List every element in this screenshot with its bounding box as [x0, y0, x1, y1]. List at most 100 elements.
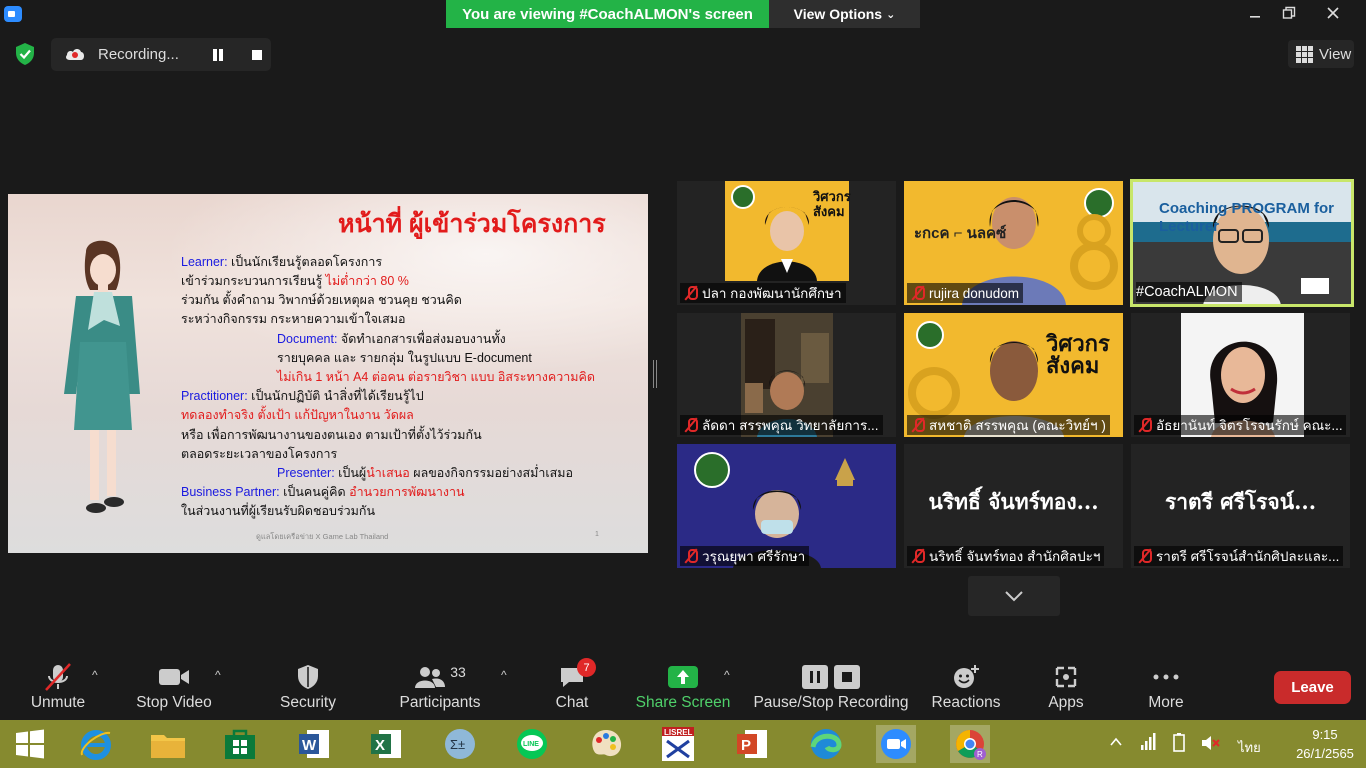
- participant-name-label: นริทธิ์ จันทร์ทอง สำนักศิลปะฯ: [929, 549, 1101, 564]
- zoom-app-icon[interactable]: [876, 725, 916, 763]
- video-tile[interactable]: อัธยานันท์ จิตรโรจนรักษ์ คณะ...: [1131, 313, 1350, 437]
- windows-taskbar: W X Σ± LINE LISREL P R: [0, 720, 1366, 768]
- word-icon[interactable]: W: [294, 725, 334, 763]
- slide-line: Learner: เป็นนักเรียนรู้ตลอดโครงการ: [181, 255, 383, 269]
- pause-stop-recording-label: Pause/Stop Recording: [753, 694, 909, 711]
- internet-explorer-icon[interactable]: [76, 725, 116, 763]
- panel-splitter-handle[interactable]: [653, 360, 657, 388]
- more-button[interactable]: More: [1140, 660, 1192, 712]
- participants-button[interactable]: 33 Participants: [396, 660, 484, 712]
- stop-video-button[interactable]: Stop Video: [134, 660, 214, 712]
- slide-line: Presenter: เป็นผู้นำเสนอ ผลของกิจกรรมอย่…: [277, 466, 573, 480]
- share-screen-button[interactable]: Share Screen: [634, 660, 732, 712]
- leave-meeting-button[interactable]: Leave: [1274, 671, 1351, 704]
- video-tile[interactable]: วิศวกร สังคม ปลา กองพัฒนานักศึกษา: [677, 181, 896, 305]
- share-options-caret-icon[interactable]: ^: [724, 668, 734, 682]
- participant-name: #CoachALMON: [1136, 282, 1242, 302]
- pause-recording-icon[interactable]: [211, 48, 225, 62]
- slide-footer: ดูแลโดยเครือข่าย X Game Lab Thailand: [256, 532, 389, 541]
- minimize-window-button[interactable]: [1240, 2, 1270, 24]
- svg-text:P: P: [741, 737, 751, 754]
- slide-line: เข้าร่วมกระบวนการเรียนรู้ ไม่ต่ำกว่า 80 …: [181, 274, 409, 288]
- edge-icon[interactable]: [806, 725, 846, 763]
- mic-muted-icon: [1134, 547, 1156, 565]
- powerpoint-icon[interactable]: P: [732, 725, 772, 763]
- video-options-caret-icon[interactable]: ^: [215, 668, 225, 682]
- close-window-button[interactable]: [1318, 2, 1348, 24]
- participant-name: สหชาติ สรรพคุณ (คณะวิทย์ฯ ): [907, 415, 1110, 435]
- slide-line: Business Partner: เป็นคนคู่คิด อำนวยการพ…: [181, 485, 465, 499]
- recording-indicator: Recording...: [51, 38, 271, 71]
- view-options-button[interactable]: View Options ⌄: [769, 0, 920, 28]
- shared-screen-slide: หน้าที่ ผู้เข้าร่วมโครงการ Learner: เป็น…: [8, 194, 648, 553]
- lisrel-icon[interactable]: LISREL: [658, 725, 698, 763]
- file-explorer-icon[interactable]: [148, 725, 188, 763]
- more-label: More: [1148, 694, 1184, 711]
- participants-options-caret-icon[interactable]: ^: [501, 668, 511, 682]
- grid-view-icon: [1296, 45, 1313, 63]
- slide-page-number: 1: [595, 531, 599, 538]
- security-button[interactable]: Security: [276, 660, 340, 712]
- slide-line: ในส่วนงานที่ผู้เรียนรับผิดชอบร่วมกัน: [181, 504, 376, 518]
- unmute-button[interactable]: Unmute: [28, 660, 88, 712]
- video-tile-active-speaker[interactable]: Coaching PROGRAM for Lecturer #CoachALMO…: [1130, 179, 1354, 307]
- apps-icon: [1055, 666, 1077, 688]
- zoom-logo-icon: [4, 6, 22, 22]
- chevron-down-icon: [1005, 591, 1023, 602]
- video-tile[interactable]: ะกcค ⌐ นลคซ์ rujira donudom: [904, 181, 1123, 305]
- encryption-shield-icon[interactable]: [14, 42, 36, 66]
- poster-text: ะกcค ⌐ นลคซ์: [914, 225, 1007, 242]
- calculator-icon[interactable]: Σ±: [440, 725, 480, 763]
- folder-glyph: [151, 735, 185, 758]
- store-icon[interactable]: [220, 725, 260, 763]
- line-app-icon[interactable]: LINE: [512, 725, 552, 763]
- mic-muted-icon: [45, 663, 71, 691]
- next-page-button[interactable]: [968, 576, 1060, 616]
- video-tile[interactable]: นริทธิ์ จันทร์ทอง... นริทธิ์ จันทร์ทอง ส…: [904, 444, 1123, 568]
- participant-name-label: #CoachALMON: [1136, 284, 1238, 300]
- viewing-screen-banner: You are viewing #CoachALMON's screen: [446, 0, 769, 28]
- input-language-indicator[interactable]: ไทย: [1238, 737, 1261, 758]
- paint-icon[interactable]: [586, 725, 626, 763]
- video-tile[interactable]: วิศวกร สังคม สหชาติ สรรพคุณ (คณะวิทย์ฯ ): [904, 313, 1123, 437]
- video-tile[interactable]: ลัดดา สรรพคุณ วิทยาลัยการ...: [677, 313, 896, 437]
- woman-illustration: [64, 240, 140, 513]
- svg-text:X: X: [375, 737, 385, 754]
- stop-video-label: Stop Video: [136, 694, 212, 711]
- battery-icon[interactable]: [1170, 733, 1188, 753]
- video-camera-icon: [159, 669, 189, 685]
- windows-logo-icon: [16, 729, 44, 759]
- chevron-down-icon: ⌄: [886, 8, 896, 21]
- participant-name-placeholder: นริทธิ์ จันทร์ทอง...: [928, 489, 1099, 514]
- slide-line: หรือ เพื่อการพัฒนางานของตนเอง ตามเป้าที่…: [181, 428, 482, 442]
- gallery-view-button[interactable]: View: [1288, 40, 1354, 68]
- security-shield-icon: [298, 665, 318, 689]
- mic-muted-icon: [680, 547, 702, 565]
- close-icon: [1327, 7, 1339, 19]
- pause-stop-recording-button[interactable]: Pause/Stop Recording: [752, 660, 910, 712]
- poster-line-1: วิศวกร: [813, 189, 851, 204]
- recording-label: Recording...: [98, 46, 179, 63]
- participant-name: rujira donudom: [907, 283, 1024, 303]
- stop-recording-icon[interactable]: [252, 50, 262, 60]
- participant-video: วิศวกร สังคม: [725, 181, 851, 281]
- video-tile[interactable]: วรุณยุพา ศรีรักษา: [677, 444, 896, 568]
- zoom-glyph: [881, 729, 911, 759]
- poster-title: วิศวกร สังคม: [813, 189, 851, 219]
- network-signal-icon[interactable]: [1140, 733, 1156, 751]
- volume-muted-icon[interactable]: [1200, 733, 1222, 753]
- word-glyph: W: [299, 730, 329, 758]
- windows-start-button[interactable]: [10, 725, 50, 763]
- system-clock[interactable]: 9:15 26/1/2565: [1290, 725, 1360, 763]
- video-tile[interactable]: ราตรี ศรีโรจน์... ราตรี ศรีโรจน์สำนักศิป…: [1131, 444, 1350, 568]
- audio-options-caret-icon[interactable]: ^: [92, 668, 102, 682]
- excel-icon[interactable]: X: [366, 725, 406, 763]
- chrome-icon[interactable]: R: [950, 725, 990, 763]
- show-hidden-icons-caret-icon[interactable]: [1110, 737, 1122, 747]
- ie-glyph: [80, 730, 111, 760]
- powerpoint-glyph: P: [737, 730, 767, 758]
- reactions-button[interactable]: Reactions: [930, 660, 1002, 712]
- restore-window-button[interactable]: [1274, 2, 1304, 24]
- apps-button[interactable]: Apps: [1040, 660, 1092, 712]
- poster-title: วิศวกร สังคม: [1046, 333, 1110, 377]
